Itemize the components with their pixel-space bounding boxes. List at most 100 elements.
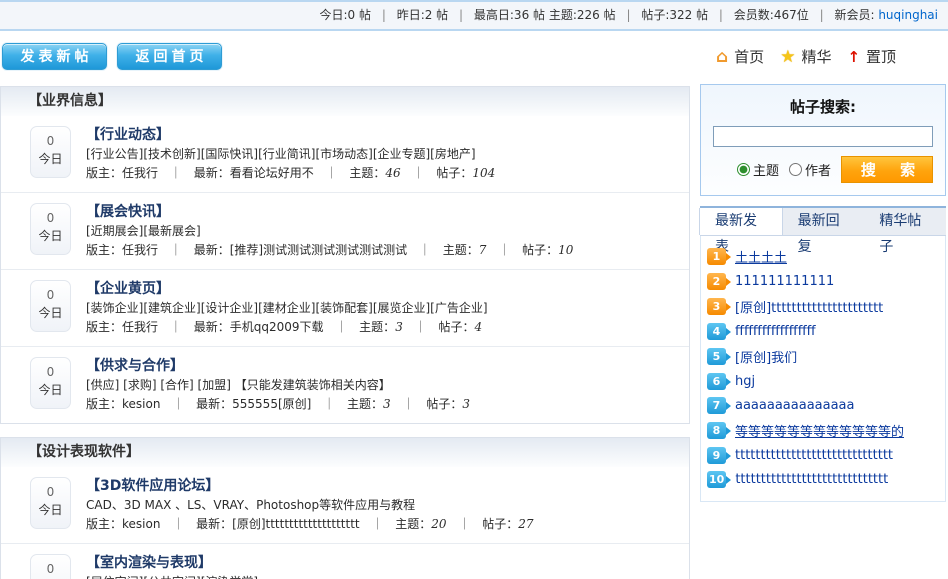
radio-author[interactable]: 作者 xyxy=(789,160,831,179)
latest-post-link[interactable]: 看看论坛好用不 xyxy=(230,166,314,180)
separator: ｜ xyxy=(170,166,182,180)
toplist: 1 土土土土 2 111111111111 3 [原创]tttttttttttt… xyxy=(700,236,946,502)
list-item: 10 tttttttttttttttttttttttttttttt xyxy=(707,471,939,488)
forum-info: 【供求与合作】 [供应] [求购] [合作] [加盟] 【只能发建筑装饰相关内容… xyxy=(86,357,470,414)
moderator-link[interactable]: 任我行 xyxy=(122,166,158,180)
topic-link[interactable]: 等等等等等等等等等等等等的 xyxy=(735,421,904,440)
main-content: 发表新帖 返回首页 【业界信息】 0 今日 【行业动态】 [行业公告][技术创新… xyxy=(0,31,948,579)
radio-topic-label: 主题 xyxy=(753,160,779,179)
topic-link[interactable]: [原创]我们 xyxy=(735,347,797,366)
rank-badge: 8 xyxy=(707,422,726,439)
rank-badge: 2 xyxy=(707,273,726,290)
forum-sublinks[interactable]: [近期展会][最新展会] xyxy=(86,222,573,241)
rank-badge: 4 xyxy=(707,323,726,340)
digest-link[interactable]: 精华 xyxy=(801,46,831,67)
back-home-button[interactable]: 返回首页 xyxy=(117,43,222,70)
today-count: 0 xyxy=(31,288,70,302)
rank-badge: 7 xyxy=(707,397,726,414)
forum-title-link[interactable]: 【行业动态】 xyxy=(86,126,170,145)
moderator-link[interactable]: kesion xyxy=(122,397,160,411)
forum-sublinks[interactable]: [装饰企业][建筑企业][设计企业][建材企业][装饰配套][展览企业][广告企… xyxy=(86,299,488,318)
posts-label: 帖子： xyxy=(522,243,558,257)
new-post-button[interactable]: 发表新帖 xyxy=(2,43,107,70)
home-link[interactable]: 首页 xyxy=(734,46,764,67)
posts-label: 帖子： xyxy=(482,517,518,531)
search-title: 帖子搜索: xyxy=(713,96,933,117)
separator: | xyxy=(719,8,723,22)
posts-count: 104 xyxy=(472,166,495,180)
latest-post-link[interactable]: [推荐]测试测试测试测试测试测试 xyxy=(230,243,407,257)
topic-link[interactable]: 土土土土 xyxy=(735,247,787,266)
separator: ｜ xyxy=(371,517,383,531)
topic-link[interactable]: aaaaaaaaaaaaaaa xyxy=(735,398,855,413)
stat-max-day-topics: 最高日:36 帖 主题:226 帖 xyxy=(474,8,616,22)
radio-author-input[interactable] xyxy=(789,163,802,176)
separator: | xyxy=(820,8,824,22)
topics-label: 主题： xyxy=(347,397,383,411)
arrow-up-icon: ↑ xyxy=(847,48,860,66)
list-item: 4 ffffffffffffffffff xyxy=(707,323,939,340)
new-member-link[interactable]: huqinghai xyxy=(878,8,938,22)
forum-row: 0 今日 【企业黄页】 [装饰企业][建筑企业][设计企业][建材企业][装饰配… xyxy=(1,270,689,347)
latest-post-link[interactable]: 555555[原创] xyxy=(232,397,311,411)
forum-sublinks[interactable]: [居住空间][公共空间][渲染学堂] xyxy=(86,573,468,579)
topic-link[interactable]: tttttttttttttttttttttttttttttt xyxy=(735,472,888,487)
forum-meta: 版主：任我行 ｜ 最新：手机qq2009下载 ｜ 主题：3 ｜ 帖子：4 xyxy=(86,318,488,337)
list-item: 7 aaaaaaaaaaaaaaa xyxy=(707,397,939,414)
moderator-link[interactable]: 任我行 xyxy=(122,320,158,334)
separator: ｜ xyxy=(419,243,431,257)
rank-badge: 10 xyxy=(707,471,726,488)
forum-title-link[interactable]: 【企业黄页】 xyxy=(86,280,170,299)
pinned-link[interactable]: 置顶 xyxy=(866,46,896,67)
topics-label: 主题： xyxy=(395,517,431,531)
search-input[interactable] xyxy=(713,126,933,147)
moderator-link[interactable]: kesion xyxy=(122,517,160,531)
today-count-badge: 0 今日 xyxy=(30,203,71,255)
latest-post-link[interactable]: 手机qq2009下载 xyxy=(230,320,324,334)
star-icon: ★ xyxy=(780,47,795,67)
latest-post-link[interactable]: [原创]tttttttttttttttttttt xyxy=(232,517,359,531)
forum-title-link[interactable]: 【3D软件应用论坛】 xyxy=(86,477,219,496)
separator: ｜ xyxy=(335,320,347,334)
topic-link[interactable]: [原创]tttttttttttttttttttttt xyxy=(735,297,883,316)
radio-topic[interactable]: 主题 xyxy=(737,160,779,179)
search-button[interactable]: 搜 索 xyxy=(841,156,933,183)
posts-count: 10 xyxy=(558,243,573,257)
right-column: ⌂ 首页 ★ 精华 ↑ 置顶 帖子搜索: 主题 作者 搜 索 xyxy=(700,41,948,579)
latest-label: 最新： xyxy=(194,320,230,334)
list-item: 5 [原创]我们 xyxy=(707,347,939,366)
forum-title-link[interactable]: 【室内渲染与表现】 xyxy=(86,554,212,573)
list-item: 9 ttttttttttttttttttttttttttttttt xyxy=(707,447,939,464)
forum-sublinks[interactable]: [行业公告][技术创新][国际快讯][行业简讯][市场动态][企业专题][房地产… xyxy=(86,145,495,164)
toplist-tabs: 最新发表 最新回复 精华帖子 xyxy=(700,206,946,236)
tab-latest-replies[interactable]: 最新回复 xyxy=(783,208,865,235)
topic-link[interactable]: hgj xyxy=(735,374,755,389)
topic-link[interactable]: ffffffffffffffffff xyxy=(735,324,816,339)
topic-link[interactable]: 111111111111 xyxy=(735,274,834,289)
today-count-badge: 0 今日 xyxy=(30,554,71,579)
forum-sublinks[interactable]: [供应] [求购] [合作] [加盟] 【只能发建筑装饰相关内容】 xyxy=(86,376,470,395)
forum-title-link[interactable]: 【展会快讯】 xyxy=(86,203,170,222)
today-count: 0 xyxy=(31,485,70,499)
forum-info: 【行业动态】 [行业公告][技术创新][国际快讯][行业简讯][市场动态][企业… xyxy=(86,126,495,183)
rank-badge: 1 xyxy=(707,248,726,265)
separator: ｜ xyxy=(413,166,425,180)
latest-label: 最新： xyxy=(196,517,232,531)
forum-title-link[interactable]: 【供求与合作】 xyxy=(86,357,184,376)
moderator-label: 版主： xyxy=(86,243,122,257)
latest-label: 最新： xyxy=(194,166,230,180)
topics-label: 主题： xyxy=(359,320,395,334)
stat-today: 今日:0 帖 xyxy=(319,8,371,22)
separator: ｜ xyxy=(323,397,335,411)
list-item: 1 土土土土 xyxy=(707,247,939,266)
tab-latest-posts[interactable]: 最新发表 xyxy=(699,208,783,235)
today-count-badge: 0 今日 xyxy=(30,280,71,332)
radio-topic-input[interactable] xyxy=(737,163,750,176)
separator: ｜ xyxy=(172,517,184,531)
separator: ｜ xyxy=(458,517,470,531)
tab-digest-posts[interactable]: 精华帖子 xyxy=(864,208,946,235)
moderator-link[interactable]: 任我行 xyxy=(122,243,158,257)
moderator-label: 版主： xyxy=(86,320,122,334)
today-count: 0 xyxy=(31,562,70,576)
topic-link[interactable]: ttttttttttttttttttttttttttttttt xyxy=(735,448,893,463)
